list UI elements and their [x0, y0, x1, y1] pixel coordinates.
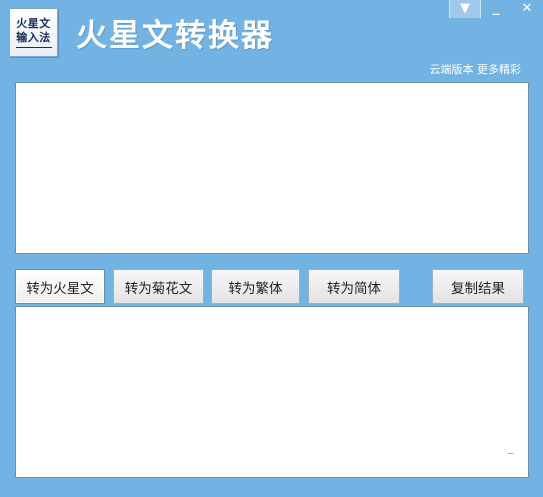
cloud-version-link[interactable]: 云端版本 更多精彩	[430, 61, 522, 77]
app-logo: 火星文 输入法	[9, 8, 58, 57]
minimize-icon[interactable]: _	[481, 0, 511, 18]
result-text-output[interactable]: ‒	[15, 306, 529, 478]
logo-line-2: 输入法	[16, 31, 51, 44]
resize-grip-icon: ‒	[507, 448, 514, 459]
close-icon[interactable]: ✕	[512, 0, 542, 18]
copy-result-button[interactable]: 复制结果	[432, 269, 524, 304]
convert-simplified-button[interactable]: 转为简体	[308, 269, 400, 304]
app-title: 火星文转换器	[76, 18, 274, 54]
convert-chrysanthemum-button[interactable]: 转为菊花文	[113, 269, 204, 304]
convert-traditional-button[interactable]: 转为繁体	[211, 269, 300, 304]
logo-line-1: 火星文	[16, 17, 51, 30]
logo-underline	[15, 47, 52, 48]
menu-dropdown-icon[interactable]: ▼	[449, 0, 481, 18]
convert-martian-button[interactable]: 转为火星文	[15, 269, 105, 304]
source-text-input[interactable]	[15, 82, 529, 254]
